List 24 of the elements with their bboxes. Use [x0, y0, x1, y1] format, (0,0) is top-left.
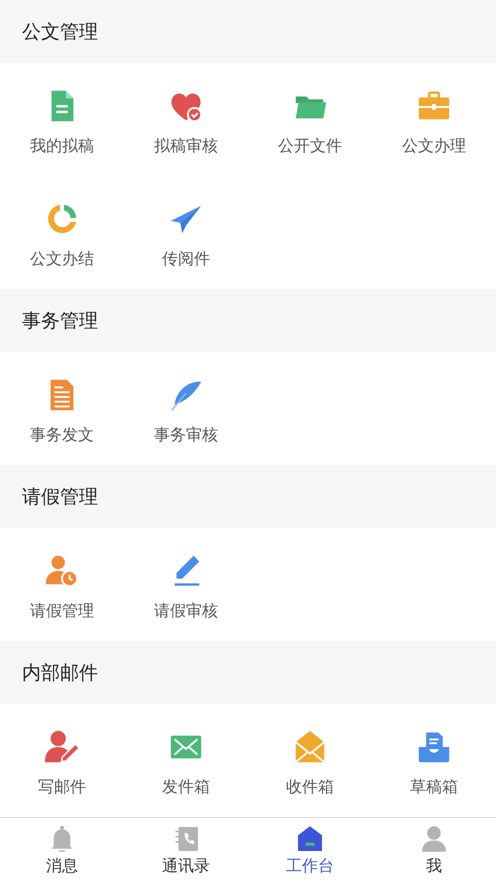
tab[interactable]: 工作台: [248, 818, 372, 882]
person-icon: [419, 824, 449, 854]
menu-item[interactable]: 公文办理: [372, 63, 496, 176]
menu-item[interactable]: 事务审核: [124, 352, 248, 465]
menu-item[interactable]: 拟稿审核: [124, 63, 248, 176]
menu-item[interactable]: 传阅件: [124, 176, 248, 289]
section-title: 内部邮件: [22, 660, 98, 686]
menu-item[interactable]: 请假管理: [0, 528, 124, 641]
menu-item[interactable]: 公开文件: [248, 63, 372, 176]
menu-item[interactable]: 收件箱: [248, 704, 372, 817]
menu-item[interactable]: 发件箱: [124, 704, 248, 817]
house-icon: [295, 824, 325, 854]
section-title: 公文管理: [22, 20, 98, 44]
section-title: 请假管理: [22, 484, 98, 510]
tab[interactable]: 通讯录: [124, 818, 248, 882]
tab[interactable]: 我: [372, 818, 496, 882]
menu-item[interactable]: 请假审核: [124, 528, 248, 641]
menu-item[interactable]: 事务发文: [0, 352, 124, 465]
menu-item[interactable]: 公文办结: [0, 176, 124, 289]
menu-item[interactable]: 草稿箱: [372, 704, 496, 817]
menu-item[interactable]: 写邮件: [0, 704, 124, 817]
section-title: 事务管理: [22, 308, 98, 334]
tab[interactable]: 消息: [0, 818, 124, 882]
menu-item[interactable]: 我的拟稿: [0, 63, 124, 176]
